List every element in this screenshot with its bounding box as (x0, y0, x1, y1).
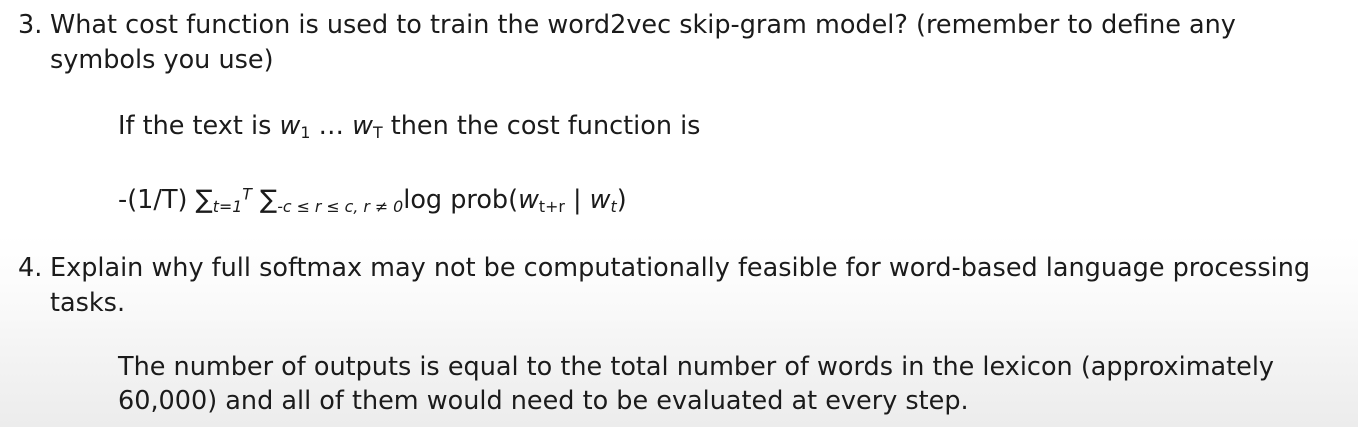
formula-lead: -(1/T) (118, 185, 196, 215)
sum-outer-lower: t=1 (212, 196, 243, 216)
question-3-line-2: symbols you use) (50, 45, 274, 75)
var-w: w (352, 111, 373, 141)
ellipsis: … (310, 111, 353, 141)
var-w: w (279, 111, 301, 141)
var-w: w (518, 185, 539, 215)
given-bar: | (564, 185, 590, 215)
answer-3-intro: If the text is w1 … wT then the cost fun… (118, 109, 700, 144)
answer-3-intro-suffix: then the cost function is (382, 111, 701, 141)
question-4-number: 4. (18, 253, 43, 283)
question-4: 4. Explain why full softmax may not be co… (18, 251, 1348, 321)
question-4-line-2: tasks. (50, 288, 126, 318)
close-paren: ) (616, 185, 627, 215)
question-3-text: What cost function is used to train the … (50, 10, 1236, 40)
question-3-line-1: 3. What cost function is used to train th… (18, 8, 1348, 43)
answer-4-line-2: 60,000) and all of them would need to be… (118, 386, 969, 416)
answer-4-line-1: The number of outputs is equal to the to… (118, 352, 1275, 382)
sum-inner-lower: -c ≤ r ≤ c, r ≠ 0 (277, 196, 404, 216)
question-4-line-1: 4. Explain why full softmax may not be co… (18, 251, 1348, 286)
subscript-1: 1 (300, 122, 311, 142)
var-w: w (589, 185, 611, 215)
question-3: 3. What cost function is used to train th… (18, 8, 1348, 78)
sum-symbol-inner: ∑ (260, 185, 278, 215)
answer-3-formula: -(1/T) ∑t=1T ∑-c ≤ r ≤ c, r ≠ 0log prob(… (118, 183, 627, 218)
question-4-text: Explain why full softmax may not be comp… (50, 253, 1311, 283)
subscript-T: T (372, 122, 383, 142)
sum-outer-upper: T (242, 184, 252, 204)
document-page: 3. What cost function is used to train th… (0, 0, 1358, 427)
answer-4: The number of outputs is equal to the to… (118, 350, 1274, 418)
subscript-t-plus-r: t+r (538, 196, 565, 216)
answer-3-intro-prefix: If the text is (118, 111, 280, 141)
log-prob: log prob( (403, 185, 519, 215)
question-3-number: 3. (18, 10, 43, 40)
sum-symbol-outer: ∑ (195, 185, 213, 215)
